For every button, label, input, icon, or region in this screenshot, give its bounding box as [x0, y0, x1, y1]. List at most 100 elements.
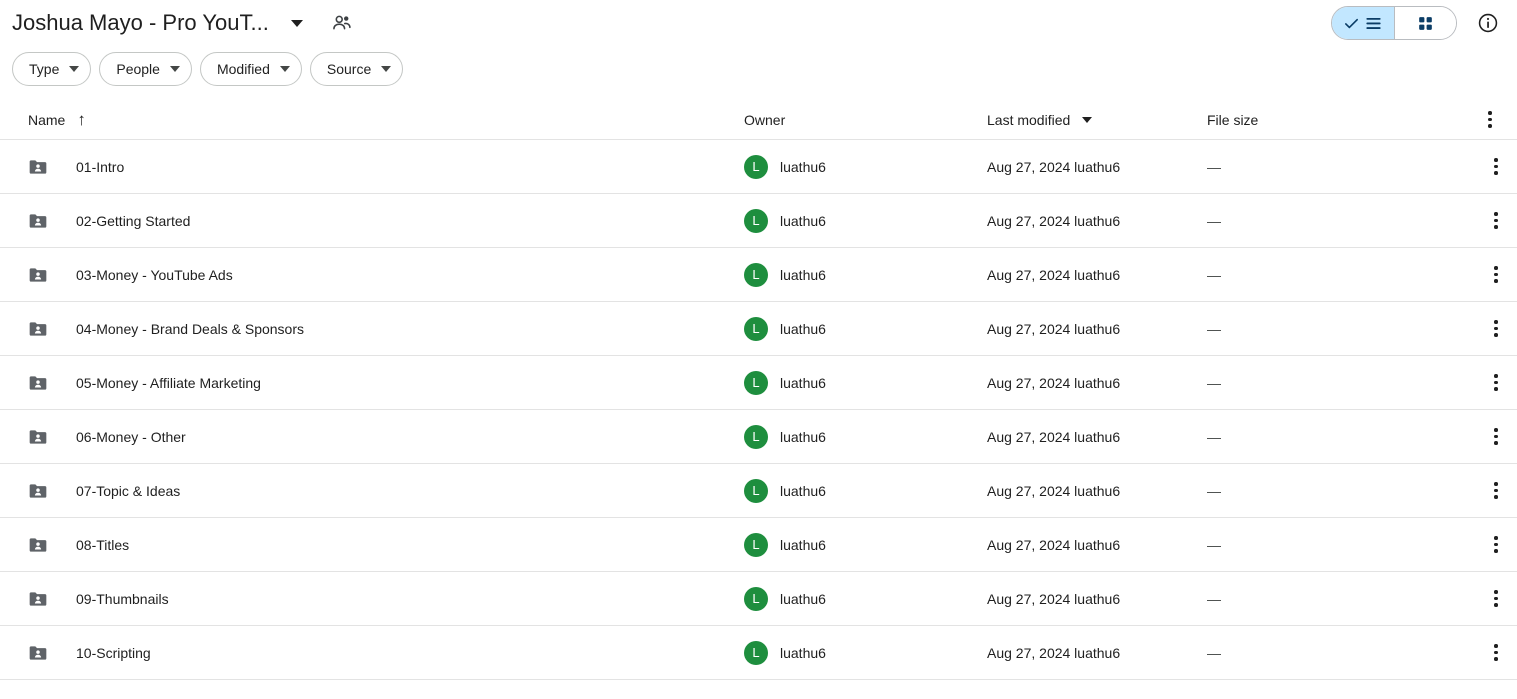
more-options-icon[interactable]	[1480, 259, 1512, 291]
table-row[interactable]: 04-Money - Brand Deals & Sponsors L luat…	[0, 302, 1517, 356]
last-modified-label: Aug 27, 2024 luathu6	[987, 374, 1121, 391]
more-options-icon[interactable]	[1480, 637, 1512, 669]
last-modified-label: Aug 27, 2024 luathu6	[987, 482, 1121, 499]
title-group: Joshua Mayo - Pro YouT...	[8, 6, 359, 40]
owner-name-label: luathu6	[780, 590, 826, 607]
shared-folder-icon	[28, 427, 48, 447]
more-options-icon[interactable]	[1480, 529, 1512, 561]
row-more-options[interactable]	[1475, 421, 1517, 453]
table-row[interactable]: 07-Topic & Ideas L luathu6 Aug 27, 2024 …	[0, 464, 1517, 518]
table-row[interactable]: 08-Titles L luathu6 Aug 27, 2024 luathu6…	[0, 518, 1517, 572]
filter-chip-modified[interactable]: Modified	[199, 52, 302, 86]
row-more-options[interactable]	[1475, 529, 1517, 561]
more-options-icon[interactable]	[1480, 583, 1512, 615]
shared-folder-icon	[28, 481, 48, 501]
avatar: L	[744, 370, 768, 395]
row-name-cell[interactable]: 07-Topic & Ideas	[0, 481, 744, 501]
file-name-label: 03-Money - YouTube Ads	[76, 266, 233, 283]
filter-chip-source-label: Source	[326, 61, 372, 77]
filter-chip-type[interactable]: Type	[12, 52, 92, 86]
row-owner-cell: L luathu6	[744, 640, 987, 665]
shared-people-button[interactable]	[325, 6, 359, 40]
shared-folder-icon	[28, 265, 48, 285]
view-toggle[interactable]	[1331, 6, 1457, 40]
column-header-last-modified[interactable]: Last modified	[987, 112, 1207, 128]
last-modified-label: Aug 27, 2024 luathu6	[987, 266, 1121, 283]
check-icon	[1345, 18, 1358, 28]
table-row[interactable]: 09-Thumbnails L luathu6 Aug 27, 2024 lua…	[0, 572, 1517, 626]
filter-chip-source[interactable]: Source	[309, 52, 404, 86]
row-more-options[interactable]	[1475, 475, 1517, 507]
column-header-name-label: Name	[28, 111, 66, 128]
file-size-label: —	[1207, 212, 1221, 229]
header-more-options[interactable]	[1469, 104, 1511, 136]
more-options-icon[interactable]	[1480, 475, 1512, 507]
file-size-label: —	[1207, 428, 1221, 445]
row-more-options[interactable]	[1475, 637, 1517, 669]
table-row[interactable]: 05-Money - Affiliate Marketing L luathu6…	[0, 356, 1517, 410]
row-name-cell[interactable]: 06-Money - Other	[0, 427, 744, 447]
row-name-cell[interactable]: 04-Money - Brand Deals & Sponsors	[0, 319, 744, 339]
more-options-icon[interactable]	[1474, 104, 1506, 136]
file-size-label: —	[1207, 158, 1221, 175]
row-last-modified-cell: Aug 27, 2024 luathu6	[987, 267, 1207, 283]
file-size-label: —	[1207, 266, 1221, 283]
more-options-icon[interactable]	[1480, 313, 1512, 345]
file-list: 01-Intro L luathu6 Aug 27, 2024 luathu6 …	[0, 140, 1517, 680]
details-info-button[interactable]	[1471, 6, 1505, 40]
table-row[interactable]: 06-Money - Other L luathu6 Aug 27, 2024 …	[0, 410, 1517, 464]
shared-folder-icon	[28, 535, 48, 555]
row-name-cell[interactable]: 08-Titles	[0, 535, 744, 555]
row-name-cell[interactable]: 09-Thumbnails	[0, 589, 744, 609]
row-owner-cell: L luathu6	[744, 424, 987, 449]
chevron-down-icon	[279, 66, 290, 72]
filter-chip-people[interactable]: People	[99, 52, 192, 86]
row-name-cell[interactable]: 03-Money - YouTube Ads	[0, 265, 744, 285]
table-row[interactable]: 10-Scripting L luathu6 Aug 27, 2024 luat…	[0, 626, 1517, 680]
row-more-options[interactable]	[1475, 583, 1517, 615]
more-options-icon[interactable]	[1480, 421, 1512, 453]
owner-name-label: luathu6	[780, 374, 826, 391]
avatar: L	[744, 154, 768, 179]
row-more-options[interactable]	[1475, 151, 1517, 183]
row-name-cell[interactable]: 01-Intro	[0, 157, 744, 177]
row-owner-cell: L luathu6	[744, 154, 987, 179]
row-more-options[interactable]	[1475, 313, 1517, 345]
row-name-cell[interactable]: 10-Scripting	[0, 643, 744, 663]
row-last-modified-cell: Aug 27, 2024 luathu6	[987, 429, 1207, 445]
more-options-icon[interactable]	[1480, 367, 1512, 399]
table-row[interactable]: 02-Getting Started L luathu6 Aug 27, 202…	[0, 194, 1517, 248]
row-owner-cell: L luathu6	[744, 586, 987, 611]
owner-name-label: luathu6	[780, 644, 826, 661]
column-header-file-size-label: File size	[1207, 111, 1259, 128]
row-file-size-cell: —	[1207, 267, 1475, 283]
list-view-button[interactable]	[1332, 7, 1394, 39]
owner-name-label: luathu6	[780, 266, 826, 283]
column-header-name[interactable]: Name ↑	[0, 111, 744, 128]
last-modified-label: Aug 27, 2024 luathu6	[987, 158, 1121, 175]
title-dropdown-button[interactable]	[281, 7, 313, 39]
row-more-options[interactable]	[1475, 205, 1517, 237]
column-header-file-size[interactable]: File size	[1207, 112, 1469, 128]
row-name-cell[interactable]: 05-Money - Affiliate Marketing	[0, 373, 744, 393]
shared-folder-icon	[28, 319, 48, 339]
column-header-owner[interactable]: Owner	[744, 112, 987, 128]
people-shared-icon	[332, 15, 351, 30]
more-options-icon[interactable]	[1480, 205, 1512, 237]
name-sort-control[interactable]: Name ↑	[28, 111, 86, 128]
file-name-label: 04-Money - Brand Deals & Sponsors	[76, 320, 304, 337]
shared-folder-icon	[28, 211, 48, 231]
last-modified-sort-control[interactable]: Last modified	[987, 111, 1093, 128]
table-row[interactable]: 03-Money - YouTube Ads L luathu6 Aug 27,…	[0, 248, 1517, 302]
row-more-options[interactable]	[1475, 367, 1517, 399]
column-header-last-modified-label: Last modified	[987, 111, 1071, 128]
row-name-cell[interactable]: 02-Getting Started	[0, 211, 744, 231]
grid-view-button[interactable]	[1394, 7, 1456, 39]
filter-chip-type-label: Type	[29, 61, 60, 77]
file-name-label: 01-Intro	[76, 158, 125, 175]
avatar: L	[744, 208, 768, 233]
more-options-icon[interactable]	[1480, 151, 1512, 183]
avatar: L	[744, 262, 768, 287]
row-more-options[interactable]	[1475, 259, 1517, 291]
table-row[interactable]: 01-Intro L luathu6 Aug 27, 2024 luathu6 …	[0, 140, 1517, 194]
